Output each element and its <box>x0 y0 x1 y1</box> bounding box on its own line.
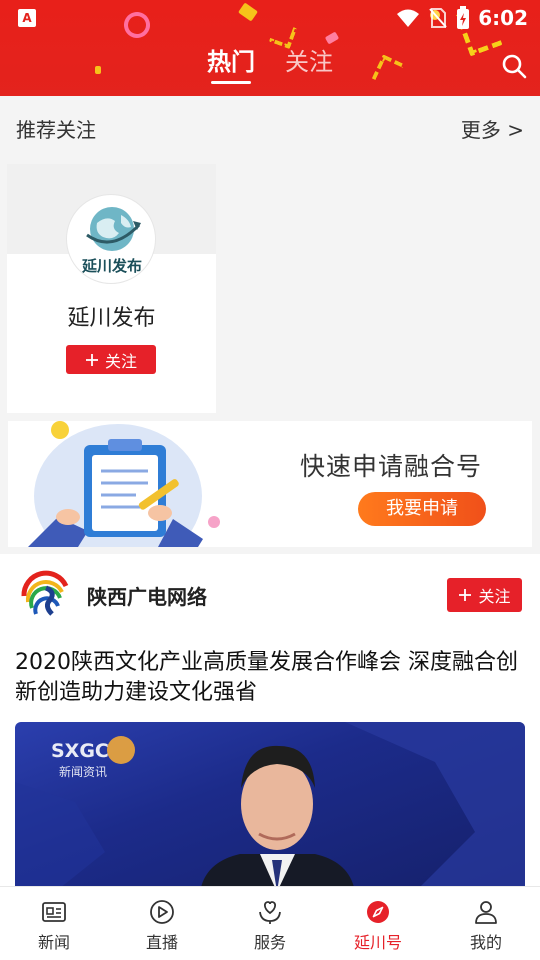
avatar-text: 延川发布 <box>81 257 142 275</box>
banner-title: 快速申请融合号 <box>300 452 483 481</box>
nav-item-yanchuan[interactable]: 延川号 <box>324 887 432 960</box>
recommend-header: 推荐关注 更多 > <box>0 96 540 158</box>
status-bar: A 6:02 <box>0 0 540 36</box>
no-sim-icon <box>429 8 447 28</box>
nav-label: 直播 <box>145 933 178 952</box>
tab-following[interactable]: 关注 <box>285 44 333 90</box>
article-thumbnail[interactable]: SXGC 新闻资讯 <box>15 722 525 886</box>
tab-hot[interactable]: 热门 <box>207 44 255 90</box>
app-notification-icon: A <box>18 9 36 27</box>
app-screen: A 6:02 热门 关注 推荐关注 更多 > 延川发布 延川发布 关注 快速申请… <box>0 0 540 960</box>
source-name[interactable]: 陕西广电网络 <box>87 581 207 610</box>
account-name: 延川发布 <box>67 306 156 331</box>
section-title: 推荐关注 <box>16 118 96 142</box>
nav-label: 延川号 <box>353 933 402 952</box>
source-logo <box>18 568 74 624</box>
news-icon <box>42 902 66 922</box>
recommend-card[interactable]: 延川发布 延川发布 关注 <box>7 164 216 413</box>
avatar: 延川发布 <box>66 194 156 284</box>
plus-icon <box>85 353 98 366</box>
follow-label: 关注 <box>478 587 511 606</box>
nav-item-mine[interactable]: 我的 <box>432 887 540 960</box>
nav-label: 新闻 <box>37 933 70 952</box>
battery-charging-icon <box>457 6 470 29</box>
search-icon[interactable] <box>500 52 528 80</box>
apply-banner[interactable]: 快速申请融合号 我要申请 <box>8 421 532 547</box>
active-tab-indicator <box>211 81 251 84</box>
feed-item[interactable]: 陕西广电网络 关注 2020陕西文化产业高质量发展合作峰会 深度融合创新创造助力… <box>0 554 540 886</box>
top-header: A 6:02 热门 关注 <box>0 0 540 96</box>
compass-icon <box>367 901 389 923</box>
tab-label: 热门 <box>207 48 255 76</box>
clock: 6:02 <box>478 6 528 30</box>
tab-label: 关注 <box>285 48 333 76</box>
nav-label: 服务 <box>253 933 286 952</box>
top-tabs: 热门 关注 <box>0 44 540 90</box>
channel-logo: SXGC <box>51 740 109 762</box>
play-icon <box>150 900 174 924</box>
nav-item-news[interactable]: 新闻 <box>0 887 108 960</box>
user-icon <box>475 901 497 924</box>
channel-caption: 新闻资讯 <box>59 765 108 779</box>
apply-button[interactable]: 我要申请 <box>358 492 486 526</box>
more-link[interactable]: 更多 > <box>461 114 524 143</box>
follow-button[interactable]: 关注 <box>447 578 522 612</box>
status-icons: 6:02 <box>396 6 528 30</box>
nav-item-live[interactable]: 直播 <box>108 887 216 960</box>
wifi-icon <box>397 9 420 27</box>
follow-button[interactable]: 关注 <box>66 345 156 374</box>
clipboard-illustration <box>28 421 220 547</box>
bottom-nav: 新闻 直播 服务 延川号 我的 <box>0 886 540 960</box>
plus-icon <box>459 589 472 601</box>
service-icon <box>259 901 281 924</box>
nav-label: 我的 <box>469 933 502 952</box>
follow-label: 关注 <box>104 351 137 371</box>
nav-item-service[interactable]: 服务 <box>216 887 324 960</box>
article-title[interactable]: 2020陕西文化产业高质量发展合作峰会 深度融合创新创造助力建设文化强省 <box>15 648 530 708</box>
